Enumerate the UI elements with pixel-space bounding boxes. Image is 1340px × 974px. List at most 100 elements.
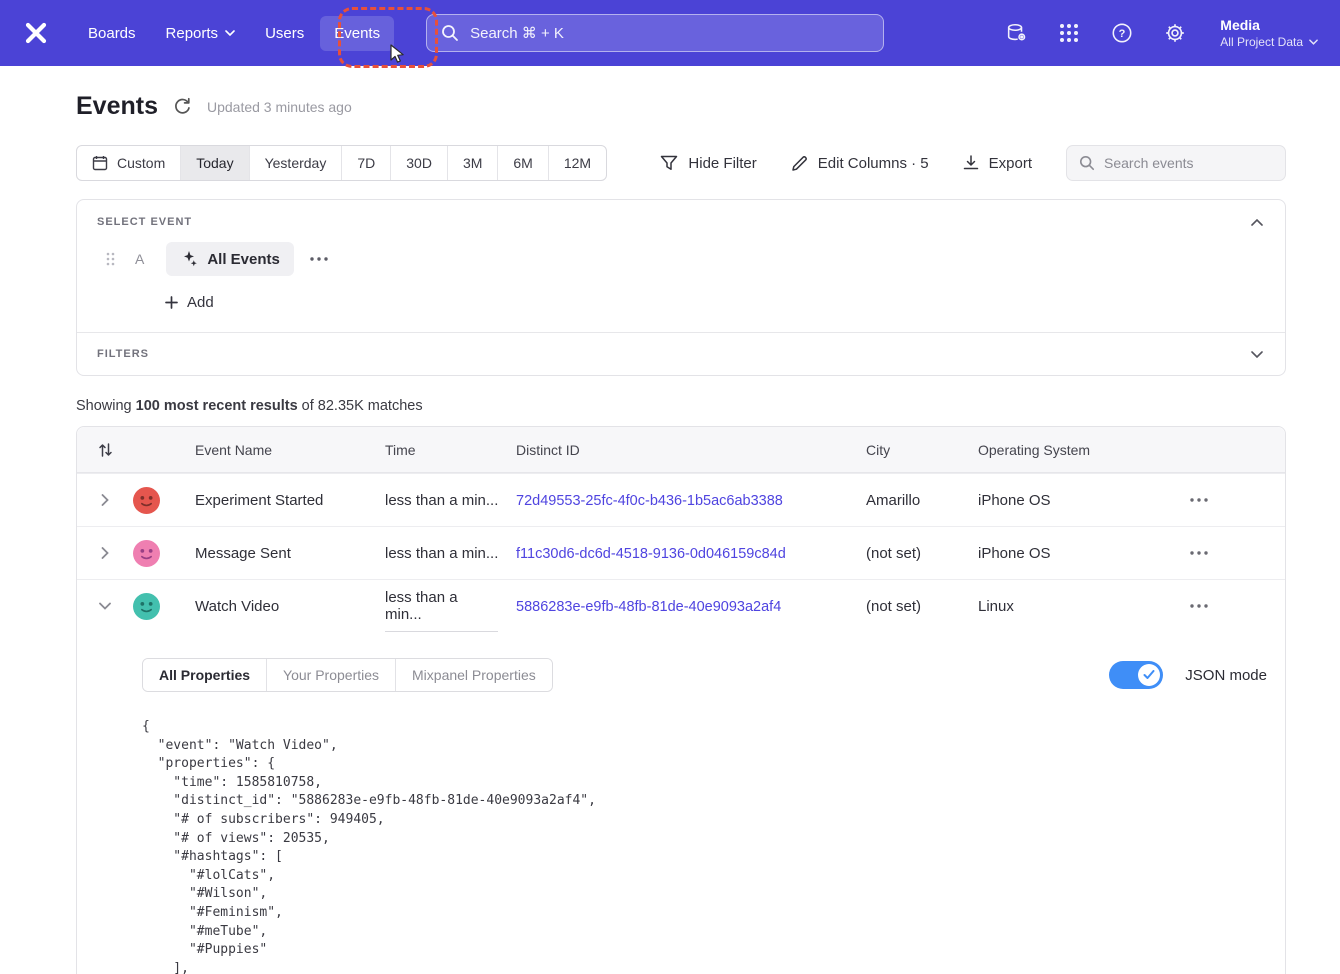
search-icon [1079, 155, 1095, 171]
date-range-30d[interactable]: 30D [390, 146, 447, 180]
event-selection-label: All Events [207, 251, 280, 268]
clause-letter: A [135, 251, 144, 267]
nav-item-users[interactable]: Users [251, 16, 318, 51]
cell-os: iPhone OS [978, 545, 1178, 562]
distinct-id-link[interactable]: 5886283e-e9fb-48fb-81de-40e9093a2af4 [516, 599, 781, 615]
nav-item-reports-label: Reports [166, 25, 219, 42]
settings-gear-icon[interactable] [1163, 21, 1187, 45]
date-range-12m[interactable]: 12M [548, 146, 606, 180]
table-row-expanded: Watch Video less than a min... 5886283e-… [77, 579, 1285, 632]
header-time[interactable]: Time [385, 442, 516, 458]
date-range-yesterday[interactable]: Yesterday [249, 146, 342, 180]
json-line: "#meTube", [142, 923, 1267, 942]
tab-your-properties[interactable]: Your Properties [266, 659, 395, 691]
chevron-down-icon [1309, 39, 1318, 45]
data-management-icon[interactable] [1004, 21, 1028, 45]
export-button[interactable]: Export [963, 155, 1032, 172]
select-event-section: SELECT EVENT A All Events [77, 200, 1285, 332]
event-clause-row: A All Events [97, 242, 1265, 276]
collapse-section-icon[interactable] [1249, 217, 1265, 228]
select-event-label: SELECT EVENT [97, 216, 192, 228]
chevron-right-icon [101, 547, 109, 559]
apps-grid-icon[interactable] [1057, 21, 1081, 45]
project-selector[interactable]: Media All Project Data [1220, 17, 1318, 49]
json-line: "#Puppies" [142, 941, 1267, 960]
distinct-id-link[interactable]: 72d49553-25fc-4f0c-b436-1b5ac6ab3388 [516, 493, 783, 509]
events-search-input[interactable] [1104, 155, 1264, 171]
nav-item-reports[interactable]: Reports [152, 16, 250, 51]
json-mode-toggle[interactable] [1109, 661, 1163, 689]
row-menu-button[interactable] [1182, 598, 1216, 614]
header-city[interactable]: City [866, 442, 978, 458]
date-range-custom[interactable]: Custom [77, 146, 180, 180]
page-header: Events Updated 3 minutes ago [76, 92, 1286, 121]
svg-text:?: ? [1119, 28, 1126, 40]
row-menu-button[interactable] [1182, 545, 1216, 561]
drag-handle-icon[interactable] [105, 251, 115, 267]
json-line: "#hashtags": [ [142, 848, 1267, 867]
sort-rows-icon[interactable] [98, 442, 113, 458]
results-suffix: of 82.35K matches [298, 398, 423, 414]
nav-item-events[interactable]: Events [320, 16, 394, 51]
event-selector-chip[interactable]: All Events [166, 242, 294, 276]
event-sparkle-icon [180, 250, 198, 268]
distinct-id-link[interactable]: f11c30d6-dc6d-4518-9136-0d046159c84d [516, 546, 786, 562]
cell-os: Linux [978, 598, 1178, 615]
event-avatar [133, 540, 195, 567]
header-distinct-id[interactable]: Distinct ID [516, 442, 866, 458]
cell-event-name: Watch Video [195, 598, 385, 615]
events-search-field[interactable] [1066, 145, 1286, 181]
json-line: "#Feminism", [142, 904, 1267, 923]
chevron-right-icon [101, 494, 109, 506]
json-line: "#Wilson", [142, 885, 1267, 904]
results-count: 100 most recent results [136, 398, 298, 414]
json-line: "event": "Watch Video", [142, 737, 1267, 756]
clause-more-icon[interactable] [306, 253, 332, 265]
header-event-name[interactable]: Event Name [195, 442, 385, 458]
json-viewer: { "event": "Watch Video", "properties": … [142, 718, 1267, 974]
table-row: Message Sent less than a min... f11c30d6… [77, 526, 1285, 579]
edit-columns-label: Edit Columns · 5 [818, 155, 929, 172]
primary-nav: Boards Reports Users Events [74, 16, 396, 51]
add-event-label: Add [187, 294, 214, 311]
nav-item-boards[interactable]: Boards [74, 16, 150, 51]
cell-time: less than a min... [385, 580, 498, 632]
toolbar: Custom Today Yesterday 7D 30D 3M 6M 12M … [76, 145, 1286, 181]
add-event-button[interactable]: Add [165, 294, 214, 311]
plus-icon [165, 296, 178, 309]
header-operating-system[interactable]: Operating System [978, 442, 1178, 458]
edit-columns-button[interactable]: Edit Columns · 5 [791, 155, 929, 172]
top-navbar: Boards Reports Users Events Search ⌘ + K… [0, 0, 1340, 66]
json-mode-control: JSON mode [1109, 661, 1267, 689]
filter-funnel-icon [660, 155, 678, 172]
date-range-3m[interactable]: 3M [447, 146, 497, 180]
expand-filters-icon[interactable] [1249, 349, 1265, 360]
global-search-input[interactable]: Search ⌘ + K [426, 14, 884, 52]
ellipsis-icon [1190, 498, 1208, 502]
navbar-actions: ? Media All Project Data [1004, 17, 1318, 49]
hide-filter-button[interactable]: Hide Filter [660, 155, 756, 172]
date-range-6m[interactable]: 6M [497, 146, 547, 180]
check-icon [1143, 670, 1155, 680]
help-icon[interactable]: ? [1110, 21, 1134, 45]
refresh-icon[interactable] [173, 97, 192, 116]
tab-all-properties[interactable]: All Properties [143, 659, 266, 691]
json-line: "# of subscribers": 949405, [142, 811, 1267, 830]
json-line: "#lolCats", [142, 867, 1267, 886]
cell-city: (not set) [866, 545, 978, 562]
filters-section-header[interactable]: FILTERS [77, 333, 1285, 375]
page-content: Events Updated 3 minutes ago Custom Toda… [0, 92, 1340, 974]
events-table: Event Name Time Distinct ID City Operati… [76, 426, 1286, 974]
collapse-row-button[interactable] [93, 596, 117, 616]
page-title: Events [76, 92, 158, 121]
date-range-7d[interactable]: 7D [341, 146, 390, 180]
mixpanel-logo[interactable] [22, 19, 50, 47]
tab-mixpanel-properties[interactable]: Mixpanel Properties [395, 659, 552, 691]
toolbar-actions: Hide Filter Edit Columns · 5 Export [660, 145, 1286, 181]
properties-tabs: All Properties Your Properties Mixpanel … [142, 658, 553, 692]
date-range-today[interactable]: Today [180, 146, 248, 180]
table-row: Experiment Started less than a min... 72… [77, 473, 1285, 526]
row-menu-button[interactable] [1182, 492, 1216, 508]
expand-row-button[interactable] [95, 541, 115, 565]
expand-row-button[interactable] [95, 488, 115, 512]
